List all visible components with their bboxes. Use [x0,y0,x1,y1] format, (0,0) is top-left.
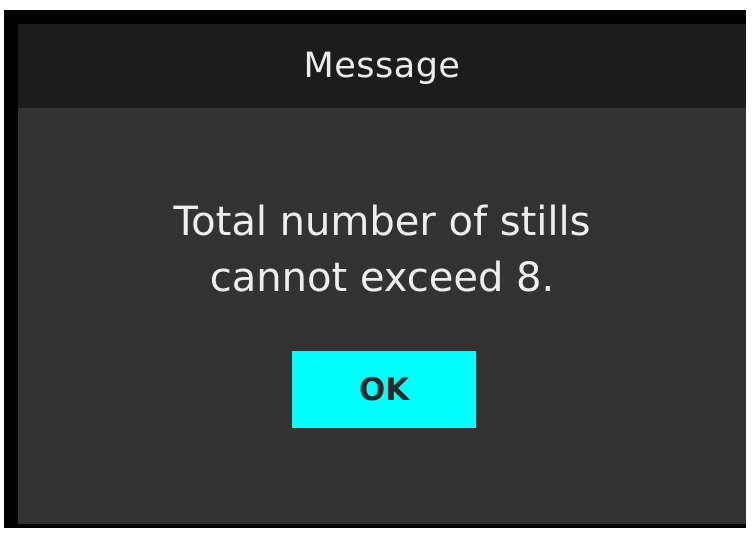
dialog-message: Total number of stills cannot exceed 8. [18,194,746,306]
dialog-panel: Message Total number of stills cannot ex… [18,24,746,524]
screen: Message Total number of stills cannot ex… [0,0,752,533]
dialog-title: Message [303,46,461,86]
message-dialog: Message Total number of stills cannot ex… [4,10,746,528]
dialog-title-bar: Message [18,24,746,108]
message-line-1: Total number of stills [173,199,591,245]
message-line-2: cannot exceed 8. [209,255,555,301]
ok-button[interactable]: OK [292,351,476,428]
